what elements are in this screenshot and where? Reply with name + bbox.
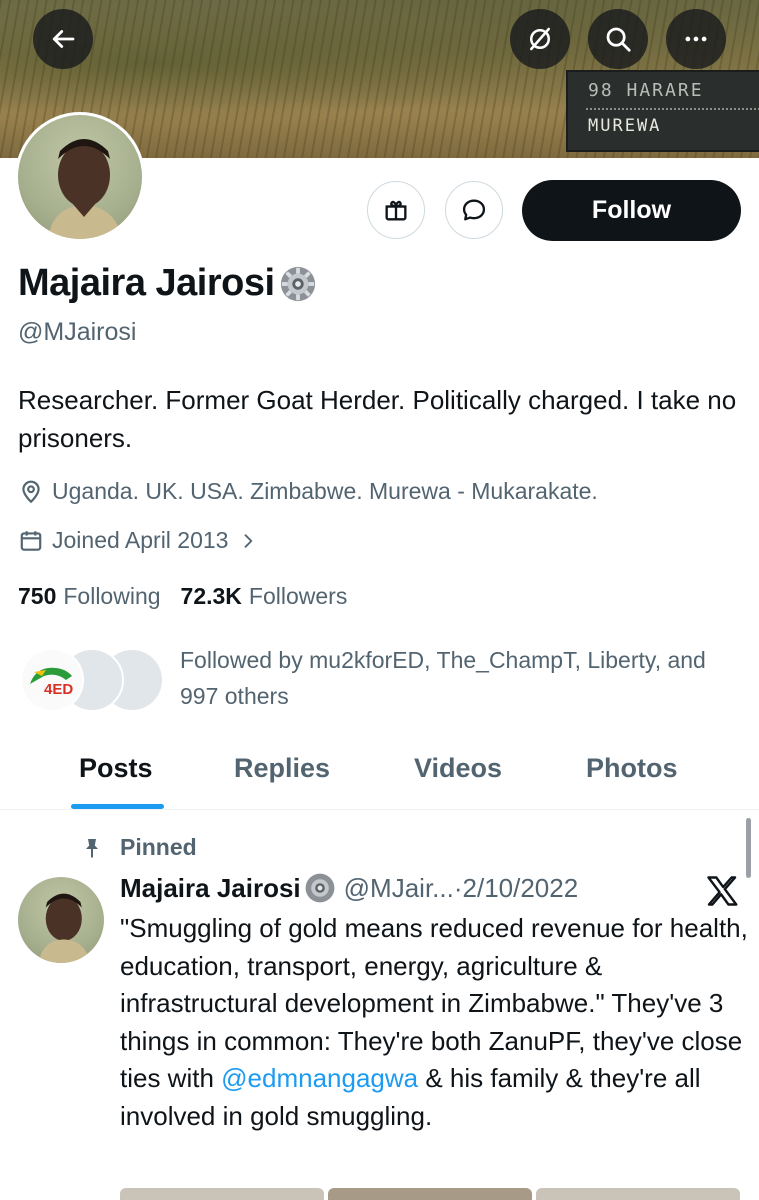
- name-row: Majaira Jairosi: [18, 262, 317, 305]
- scrollbar[interactable]: [746, 818, 751, 878]
- pin-icon: [86, 838, 98, 858]
- more-icon: [685, 36, 707, 42]
- gift-button[interactable]: [367, 181, 425, 239]
- tweet-author-handle[interactable]: @MJair...: [344, 873, 454, 904]
- message-icon: [462, 199, 486, 221]
- follower-avatar: 4ED: [20, 648, 84, 712]
- tab-replies[interactable]: Replies: [234, 753, 330, 784]
- profile-location: Uganda. UK. USA. Zimbabwe. Murewa - Muka…: [18, 478, 598, 505]
- search-icon: [606, 27, 631, 52]
- x-logo-icon[interactable]: [704, 873, 740, 909]
- joined-text: Joined April 2013: [52, 527, 229, 553]
- tab-videos[interactable]: Videos: [414, 753, 502, 784]
- tweet-date[interactable]: 2/10/2022: [463, 873, 579, 904]
- followers-count: 72.3K: [180, 583, 242, 609]
- followers-label: Followers: [248, 583, 348, 609]
- tab-photos[interactable]: Photos: [586, 753, 678, 784]
- more-button[interactable]: [666, 9, 726, 69]
- grok-icon: [530, 27, 550, 51]
- follower-avatar-logo: 4ED: [30, 667, 73, 698]
- profile-joined[interactable]: Joined April 2013: [18, 527, 266, 554]
- followers-link[interactable]: 72.3K Followers: [181, 583, 348, 610]
- profile-handle: @MJairosi: [18, 318, 137, 346]
- road-sign-divider: [586, 108, 759, 110]
- location-pin-icon: [22, 480, 40, 503]
- pinned-text: Pinned: [120, 834, 197, 860]
- gear-badge-icon: [280, 266, 315, 301]
- profile-avatar[interactable]: [18, 115, 142, 239]
- tweet-text[interactable]: "Smuggling of gold means reduced revenue…: [120, 910, 750, 1135]
- profile-bio: Researcher. Former Goat Herder. Politica…: [18, 385, 737, 453]
- tweet-author-name[interactable]: Majaira Jairosi: [120, 873, 301, 904]
- chevron-right-icon: [245, 533, 253, 548]
- gear-badge-icon: [305, 873, 335, 903]
- tab-posts[interactable]: Posts: [79, 753, 153, 784]
- following-link[interactable]: 750 Following: [18, 583, 161, 610]
- road-sign-line2: MUREWA: [588, 116, 662, 136]
- pinned-label: Pinned: [80, 834, 197, 861]
- calendar-icon: [20, 530, 42, 551]
- following-count: 750: [18, 583, 57, 609]
- tweet-avatar-photo: [38, 893, 91, 963]
- search-button[interactable]: [588, 9, 648, 69]
- tweet-separator: ·: [453, 872, 463, 903]
- display-name: Majaira Jairosi: [18, 262, 275, 304]
- profile-tabs: Posts Replies Videos Photos: [0, 745, 759, 810]
- follow-button[interactable]: Follow: [522, 180, 741, 241]
- svg-text:4ED: 4ED: [44, 681, 73, 698]
- tweet-mention-link[interactable]: @edmnangagwa: [221, 1063, 418, 1093]
- active-tab-indicator: [71, 804, 164, 809]
- tweet-media-preview[interactable]: [120, 1188, 740, 1200]
- message-button[interactable]: [445, 181, 503, 239]
- grok-button[interactable]: [510, 9, 570, 69]
- followed-by-text[interactable]: Followed by mu2kforED, The_ChampT, Liber…: [180, 642, 740, 714]
- follow-counts: 750 Following 72.3K Followers: [18, 583, 347, 610]
- followed-by-avatars[interactable]: 4ED: [20, 648, 165, 712]
- tweet-author-avatar[interactable]: [18, 877, 104, 963]
- avatar-photo: [48, 139, 122, 239]
- tweet-header: Majaira Jairosi @MJair... · 2/10/2022: [120, 872, 578, 904]
- banner-road-sign: 98 HARARE MUREWA: [566, 70, 759, 152]
- back-arrow-icon: [52, 30, 75, 48]
- location-text: Uganda. UK. USA. Zimbabwe. Murewa - Muka…: [52, 478, 598, 504]
- media-thumb[interactable]: [536, 1188, 740, 1200]
- gift-icon: [385, 200, 407, 221]
- media-thumb[interactable]: [328, 1188, 532, 1200]
- following-label: Following: [63, 583, 161, 609]
- profile-avatar-frame: [15, 112, 145, 242]
- road-sign-line1: 98 HARARE: [588, 80, 704, 101]
- media-thumb[interactable]: [120, 1188, 324, 1200]
- back-button[interactable]: [33, 9, 93, 69]
